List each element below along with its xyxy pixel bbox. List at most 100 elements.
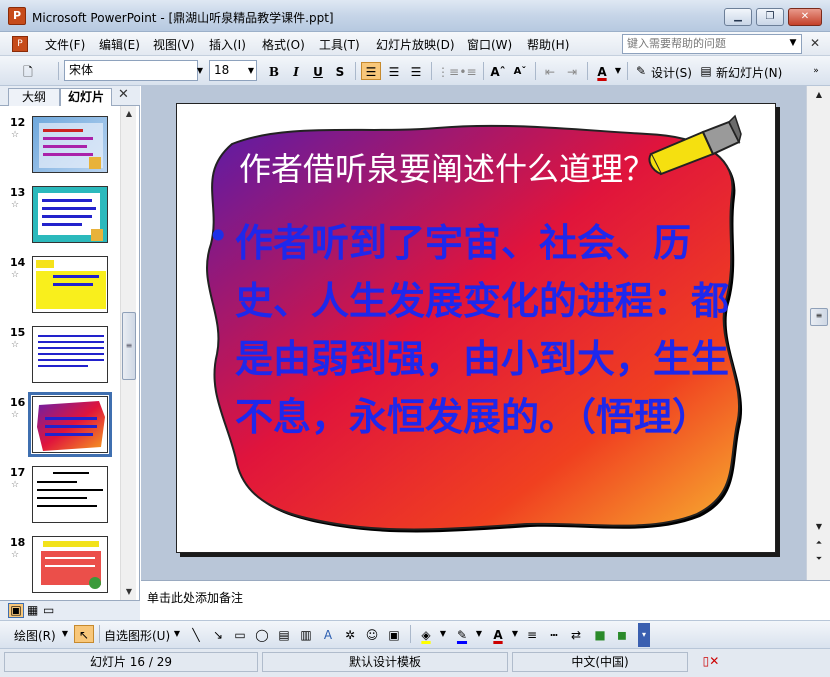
- chevron-down-icon[interactable]: ▼: [172, 625, 182, 643]
- slides-scrollbar[interactable]: ▲ ≡ ▼: [120, 106, 136, 600]
- autoshapes-button[interactable]: 自选图形(U): [104, 627, 170, 644]
- menu-slideshow[interactable]: 幻灯片放映(D): [376, 36, 455, 53]
- minimize-button[interactable]: ▁: [724, 8, 752, 26]
- select-objects-icon[interactable]: ↖: [74, 625, 94, 643]
- slide-thumbnail[interactable]: 17 ☆: [0, 466, 118, 532]
- slide-thumbnail[interactable]: 12 ☆: [0, 116, 118, 182]
- slide-thumbnail[interactable]: 14 ☆: [0, 256, 118, 322]
- current-slide[interactable]: 作者借听泉要阐述什么道理？ • 作者听到了宇宙、社会、历史、人生发展变化的进程：…: [176, 103, 776, 553]
- vertical-textbox-icon[interactable]: ▥: [296, 625, 316, 643]
- menu-edit[interactable]: 编辑(E): [99, 36, 140, 53]
- diagram-icon[interactable]: ✲: [340, 625, 360, 643]
- bullet-icon: •: [207, 214, 230, 258]
- slide-editing-area[interactable]: 作者借听泉要阐述什么道理？ • 作者听到了宇宙、社会、历史、人生发展变化的进程：…: [141, 86, 806, 580]
- slide-body-text[interactable]: 作者听到了宇宙、社会、历史、人生发展变化的进程：都是由弱到强，由小到大，生生不息…: [235, 214, 745, 446]
- slide-scrollbar[interactable]: ▲ ≡ ▼ ⏶ ⏷: [806, 86, 830, 580]
- bullets-button[interactable]: •≡: [458, 62, 478, 80]
- 3d-style-icon[interactable]: ◼: [612, 625, 632, 643]
- line-color-icon[interactable]: ✎: [452, 625, 472, 643]
- chevron-down-icon[interactable]: ▼: [438, 625, 448, 643]
- menu-format[interactable]: 格式(O): [262, 36, 305, 53]
- toolbar-options-icon[interactable]: ▾: [638, 623, 650, 647]
- slideshow-icon[interactable]: ▭: [43, 603, 54, 617]
- font-color-button[interactable]: A: [592, 62, 612, 80]
- document-close-icon[interactable]: ✕: [810, 36, 820, 50]
- new-slide-button[interactable]: 新幻灯片(N): [716, 64, 782, 81]
- line-icon[interactable]: ╲: [186, 625, 206, 643]
- chevron-down-icon[interactable]: ▼: [60, 625, 70, 643]
- chevron-down-icon[interactable]: ▼: [510, 625, 520, 643]
- toolbar-options-icon[interactable]: »: [810, 62, 822, 80]
- menu-tools[interactable]: 工具(T): [319, 36, 360, 53]
- menu-bar: P 文件(F) 编辑(E) 视图(V) 插入(I) 格式(O) 工具(T) 幻灯…: [0, 32, 830, 56]
- wordart-icon[interactable]: A: [318, 625, 338, 643]
- tab-slides[interactable]: 幻灯片: [60, 88, 112, 106]
- normal-view-icon[interactable]: ▣: [8, 603, 24, 618]
- font-color-icon[interactable]: A: [488, 625, 508, 643]
- increase-indent-button[interactable]: ⇥: [562, 62, 582, 80]
- chevron-down-icon[interactable]: ▼: [194, 61, 206, 80]
- shadow-style-icon[interactable]: ■: [590, 625, 610, 643]
- oval-icon[interactable]: ◯: [252, 625, 272, 643]
- powerpoint-icon[interactable]: P: [8, 7, 26, 25]
- scroll-down-icon[interactable]: ▼: [810, 520, 828, 534]
- align-right-button[interactable]: ☰: [406, 62, 426, 80]
- help-search-input[interactable]: 键入需要帮助的问题: [622, 34, 802, 54]
- notes-placeholder[interactable]: 单击此处添加备注: [147, 589, 243, 606]
- align-left-button[interactable]: ☰: [361, 62, 381, 80]
- scroll-up-icon[interactable]: ▲: [121, 106, 137, 122]
- chevron-down-icon[interactable]: ▼: [612, 61, 624, 80]
- underline-button[interactable]: U: [308, 62, 328, 80]
- arrow-icon[interactable]: ↘: [208, 625, 228, 643]
- previous-slide-icon[interactable]: ⏶: [810, 536, 828, 550]
- slide-thumbnail[interactable]: 18 ☆: [0, 536, 118, 602]
- textbox-icon[interactable]: ▤: [274, 625, 294, 643]
- menu-window[interactable]: 窗口(W): [467, 36, 512, 53]
- chevron-down-icon[interactable]: ▼: [245, 61, 257, 80]
- line-style-icon[interactable]: ≡: [522, 625, 542, 643]
- next-slide-icon[interactable]: ⏷: [810, 552, 828, 566]
- scroll-thumb[interactable]: ≡: [122, 312, 136, 380]
- slide-title[interactable]: 作者借听泉要阐述什么道理？: [239, 144, 655, 190]
- decrease-font-button[interactable]: Aˇ: [510, 62, 530, 80]
- close-button[interactable]: ✕: [788, 8, 822, 26]
- scroll-up-icon[interactable]: ▲: [810, 88, 828, 102]
- rectangle-icon[interactable]: ▭: [230, 625, 250, 643]
- fill-color-icon[interactable]: ◈: [416, 625, 436, 643]
- slide-preview-art: [39, 123, 103, 169]
- slide-thumbnail[interactable]: 16 ☆: [0, 392, 118, 462]
- decrease-indent-button[interactable]: ⇤: [540, 62, 560, 80]
- design-button[interactable]: 设计(S): [651, 64, 692, 81]
- scroll-thumb[interactable]: ≡: [810, 308, 828, 326]
- shadow-button[interactable]: S: [330, 62, 350, 80]
- close-icon[interactable]: ✕: [118, 87, 129, 102]
- picture-icon[interactable]: ▣: [384, 625, 404, 643]
- clipart-icon[interactable]: ☺: [362, 625, 382, 643]
- scroll-down-icon[interactable]: ▼: [121, 584, 137, 600]
- pane-tabs: 大纲 幻灯片 ✕: [0, 86, 140, 106]
- slide-thumbnail[interactable]: 15 ☆: [0, 326, 118, 392]
- document-icon[interactable]: P: [12, 36, 28, 52]
- arrow-style-icon[interactable]: ⇄: [566, 625, 586, 643]
- menu-view[interactable]: 视图(V): [153, 36, 195, 53]
- numbering-button[interactable]: ⋮≡: [436, 62, 459, 80]
- menu-file[interactable]: 文件(F): [45, 36, 85, 53]
- dash-style-icon[interactable]: ┅: [544, 625, 564, 643]
- restore-button[interactable]: ❐: [756, 8, 784, 26]
- slide-thumbnail[interactable]: 13 ☆: [0, 186, 118, 252]
- menu-insert[interactable]: 插入(I): [209, 36, 246, 53]
- slide-sorter-icon[interactable]: ▦: [27, 603, 38, 617]
- font-name-select[interactable]: 宋体: [64, 60, 198, 81]
- chevron-down-icon[interactable]: ▼: [474, 625, 484, 643]
- bold-button[interactable]: B: [264, 62, 284, 80]
- menu-help[interactable]: 帮助(H): [527, 36, 569, 53]
- align-center-button[interactable]: ☰: [384, 62, 404, 80]
- italic-button[interactable]: I: [286, 62, 306, 80]
- increase-font-button[interactable]: Aˆ: [488, 62, 508, 80]
- notes-pane[interactable]: 单击此处添加备注: [141, 580, 830, 620]
- spelling-check-icon[interactable]: ▯✕: [692, 652, 730, 672]
- chevron-down-icon[interactable]: ▼: [786, 35, 800, 51]
- draw-menu-button[interactable]: 绘图(R): [14, 627, 56, 644]
- tab-outline[interactable]: 大纲: [8, 88, 60, 106]
- new-document-icon[interactable]: 🗋: [18, 62, 38, 80]
